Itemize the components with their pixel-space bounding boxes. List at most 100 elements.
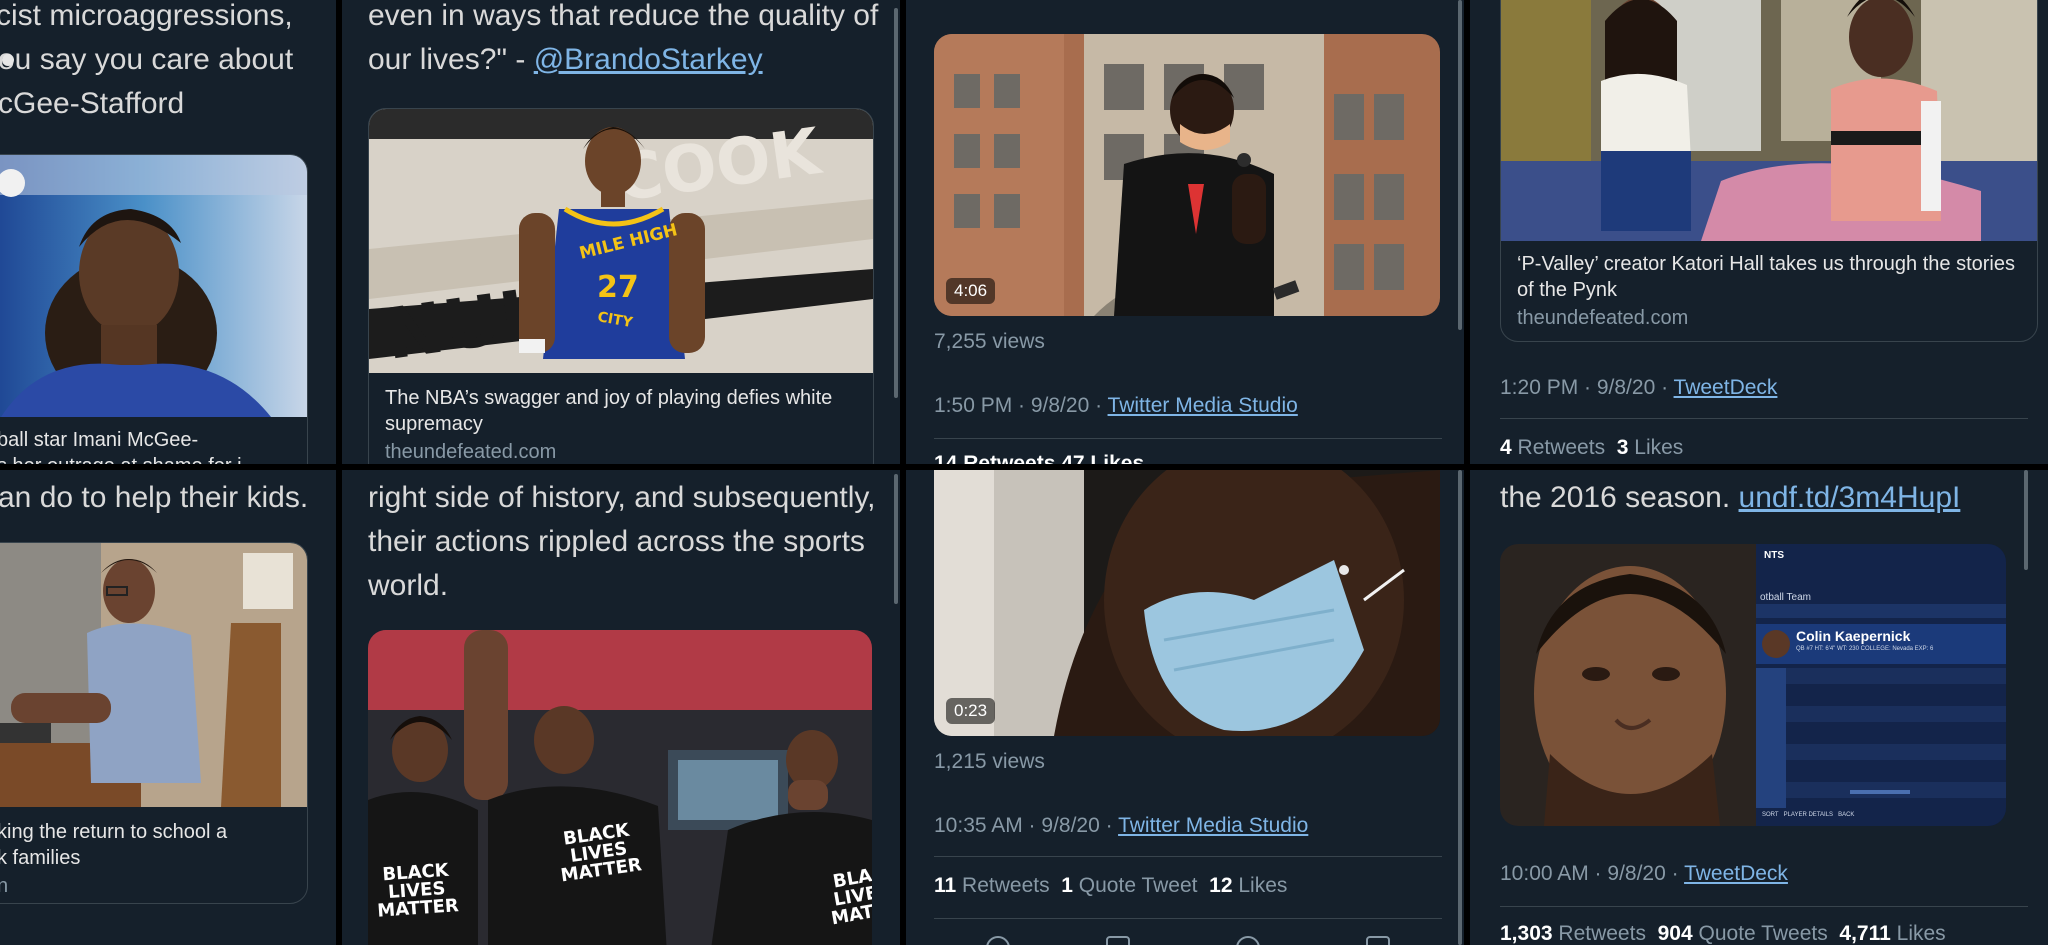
tweet-text-line: their actions rippled across the sports bbox=[368, 525, 865, 558]
divider bbox=[934, 856, 1442, 857]
card-image bbox=[0, 543, 307, 807]
tweet-text: the 2016 season. bbox=[1500, 481, 1739, 514]
link-card[interactable]: king the return to school a k families n bbox=[0, 542, 308, 904]
tweet-tile-2: even in ways that reduce the quality of … bbox=[342, 0, 900, 464]
footer-back: BACK bbox=[1838, 812, 1855, 818]
share-icon[interactable] bbox=[1366, 936, 1390, 945]
shirt-text: BLA LIVE MATT bbox=[829, 865, 872, 930]
divider bbox=[1500, 906, 2028, 907]
shirt-text: BLACK LIVES MATTER bbox=[559, 819, 644, 887]
mention-link[interactable]: @BrandoStarkey bbox=[534, 43, 763, 76]
link-card[interactable]: COOK NUI MILE HIGH 27 CITY The NBA’s swa… bbox=[368, 108, 874, 464]
engagement-stats: 1,303 Retweets 904 Quote Tweets 4,711 Li… bbox=[1500, 922, 1946, 945]
like-label: Likes bbox=[1896, 922, 1946, 945]
player-name: Colin Kaepernick bbox=[1796, 628, 1911, 644]
tweet-text-line: right side of history, and subsequently, bbox=[368, 481, 876, 514]
timestamp-text: 10:35 AM · 9/8/20 · bbox=[934, 814, 1119, 837]
retweet-label: Retweets bbox=[1558, 922, 1646, 945]
source-link[interactable]: Twitter Media Studio bbox=[1108, 394, 1298, 417]
divider bbox=[934, 918, 1442, 919]
scrollbar[interactable] bbox=[894, 8, 898, 398]
quote-label: Quote Tweet bbox=[1078, 874, 1198, 897]
like-label: Likes bbox=[1634, 436, 1684, 459]
video-thumbnail bbox=[934, 34, 1440, 316]
card-domain: theundefeated.com bbox=[385, 441, 557, 463]
like-count[interactable]: 4,711 bbox=[1839, 922, 1890, 945]
link-card[interactable]: ball star Imani McGee- s her outrage at … bbox=[0, 154, 308, 464]
photo-image bbox=[1500, 544, 2006, 826]
scrollbar[interactable] bbox=[2024, 470, 2028, 570]
like-label: Likes bbox=[1238, 874, 1288, 897]
tweet-tile-4: ‘P-Valley’ creator Katori Hall takes us … bbox=[1470, 0, 2048, 464]
tweet-link[interactable]: undf.td/3m4HupI bbox=[1739, 481, 1961, 514]
engagement-stats-cut: 14 Retweets 47 Likes bbox=[934, 452, 1145, 464]
tweet-text-line: the 2016 season. undf.td/3m4HupI bbox=[1500, 476, 1960, 520]
view-count: 1,215 views bbox=[934, 750, 1045, 773]
card-title-line: king the return to school a bbox=[0, 821, 228, 843]
tweet-timestamp: 1:20 PM · 9/8/20 · TweetDeck bbox=[1500, 376, 1777, 400]
panel-team: otball Team bbox=[1760, 592, 1811, 603]
timestamp-text: 1:50 PM · 9/8/20 · bbox=[934, 394, 1108, 417]
tweet-tile-5: an do to help their kids. king the retur… bbox=[0, 470, 336, 945]
card-domain: n bbox=[0, 873, 297, 899]
divider bbox=[1500, 418, 2028, 419]
tweet-photo[interactable]: BLACK LIVES MATTER BLACK LIVES MATTER BL… bbox=[368, 630, 872, 945]
tweet-tile-6: right side of history, and subsequently,… bbox=[342, 470, 900, 945]
card-image bbox=[1501, 0, 2037, 241]
tweet-text-line: our lives?" - @BrandoStarkey bbox=[368, 38, 763, 82]
scrollbar[interactable] bbox=[1458, 470, 1462, 945]
view-count: 7,255 views bbox=[934, 330, 1045, 353]
tweet-text-line: cGee-Stafford bbox=[0, 87, 185, 120]
footer-sort: SORT bbox=[1762, 812, 1779, 818]
tweet-text-line: world. bbox=[368, 569, 449, 602]
reply-icon[interactable] bbox=[986, 936, 1010, 945]
panel-header: NTS bbox=[1764, 550, 1784, 561]
engagement-stats: 4 Retweets 3 Likes bbox=[1500, 436, 1683, 460]
player-details: QB #7 HT: 6'4" WT: 230 COLLEGE: Nevada E… bbox=[1796, 646, 1934, 652]
quote-count[interactable]: 1 bbox=[1061, 874, 1073, 897]
jersey-number: 27 bbox=[597, 270, 639, 305]
tweet-timestamp: 10:00 AM · 9/8/20 · TweetDeck bbox=[1500, 862, 1788, 886]
card-title-line: ball star Imani McGee- bbox=[0, 429, 199, 451]
like-count[interactable]: 12 bbox=[1209, 874, 1232, 897]
timestamp-text: 1:20 PM · 9/8/20 · bbox=[1500, 376, 1674, 399]
tweet-text-line: even in ways that reduce the quality of bbox=[368, 0, 879, 32]
tweet-tile-3: 4:06 7,255 views 1:50 PM · 9/8/20 · Twit… bbox=[906, 0, 1464, 464]
source-link[interactable]: TweetDeck bbox=[1674, 376, 1778, 399]
quote-label: Quote Tweets bbox=[1698, 922, 1828, 945]
tweet-photo[interactable]: NTS otball Team Colin Kaepernick QB #7 H… bbox=[1500, 544, 2006, 826]
footer-player-details: PLAYER DETAILS bbox=[1783, 812, 1834, 818]
tweet-text-line: cist microaggressions, bbox=[0, 0, 293, 32]
retweet-count[interactable]: 4 bbox=[1500, 436, 1512, 459]
tweet-text-line: ou say you care about bbox=[0, 43, 294, 76]
panel-footer: SORT PLAYER DETAILS BACK bbox=[1762, 812, 1854, 818]
scrollbar[interactable] bbox=[894, 474, 898, 604]
source-link[interactable]: Twitter Media Studio bbox=[1118, 814, 1308, 837]
card-title: king the return to school a k families bbox=[0, 819, 297, 871]
retweet-label: Retweets bbox=[1517, 436, 1606, 459]
video-player[interactable]: 4:06 bbox=[934, 34, 1440, 316]
video-duration-badge: 4:06 bbox=[946, 278, 996, 304]
tweet-tile-7: 0:23 1,215 views 10:35 AM · 9/8/20 · Twi… bbox=[906, 470, 1464, 945]
quote-count[interactable]: 904 bbox=[1658, 922, 1693, 945]
scrollbar[interactable] bbox=[1458, 0, 1462, 330]
source-link[interactable]: TweetDeck bbox=[1684, 862, 1788, 885]
tweet-timestamp: 1:50 PM · 9/8/20 · Twitter Media Studio bbox=[934, 394, 1298, 418]
like-count[interactable]: 3 bbox=[1617, 436, 1629, 459]
shirt-text: BLACK LIVES MATTER bbox=[376, 859, 460, 922]
cursor-dot-icon bbox=[2, 54, 14, 66]
like-icon[interactable] bbox=[1236, 936, 1260, 945]
card-title-line: k families bbox=[0, 847, 81, 869]
card-title: ‘P-Valley’ creator Katori Hall takes us … bbox=[1517, 253, 2015, 301]
link-card[interactable]: ‘P-Valley’ creator Katori Hall takes us … bbox=[1500, 0, 2038, 342]
timestamp-text: 10:00 AM · 9/8/20 · bbox=[1500, 862, 1685, 885]
retweet-count[interactable]: 11 bbox=[934, 874, 956, 897]
video-thumbnail bbox=[934, 470, 1440, 736]
retweet-icon[interactable] bbox=[1106, 936, 1130, 945]
divider bbox=[934, 438, 1442, 439]
video-duration-badge: 0:23 bbox=[946, 698, 996, 724]
tweet-tile-1: cist microaggressions, ou say you care a… bbox=[0, 0, 336, 464]
card-domain: theundefeated.com bbox=[1517, 307, 1689, 329]
retweet-count[interactable]: 1,303 bbox=[1500, 922, 1553, 945]
video-player[interactable]: 0:23 bbox=[934, 470, 1440, 736]
